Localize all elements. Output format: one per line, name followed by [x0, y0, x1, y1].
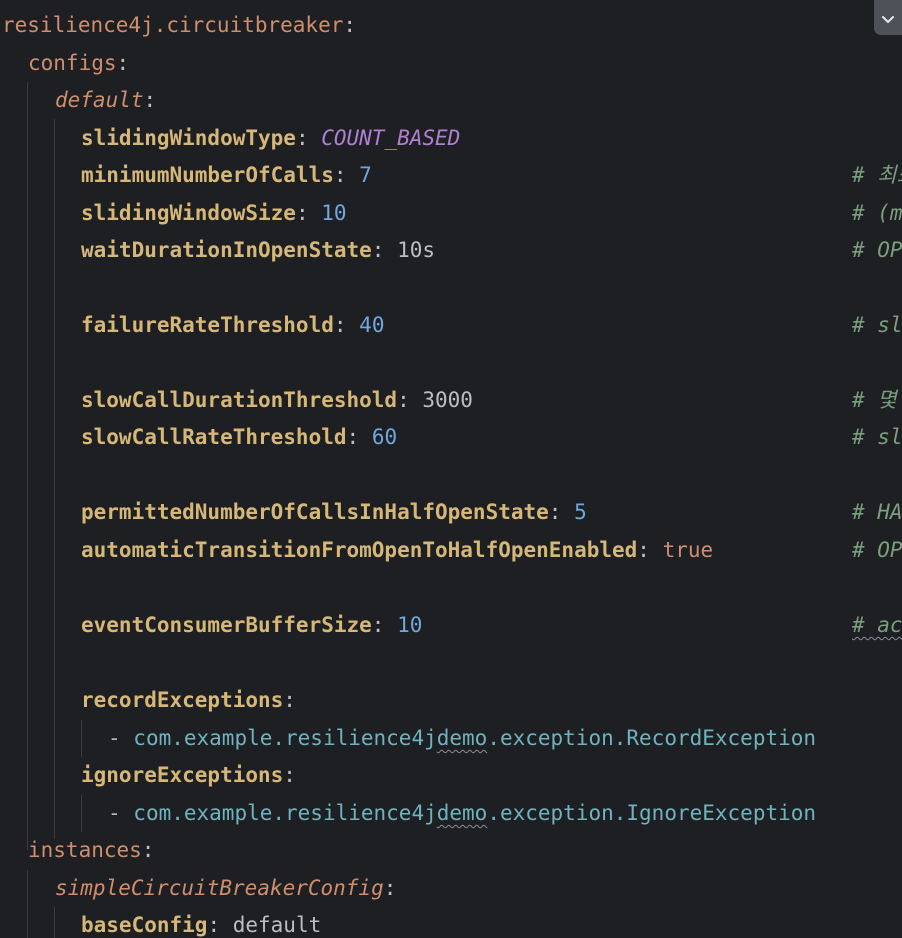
code-line: - com.example.resilience4jdemo.exception… — [108, 801, 817, 825]
indent-guide — [27, 870, 28, 938]
code-line: slidingWindowSize: 10 — [81, 201, 347, 225]
yaml-key: resilience4j.circuitbreaker — [2, 13, 344, 37]
yaml-key: minimumNumberOfCalls — [81, 163, 334, 187]
code-line: ignoreExceptions: — [81, 763, 296, 787]
yaml-key: instances — [28, 838, 142, 862]
code-line: minimumNumberOfCalls: 7 — [81, 163, 372, 187]
yaml-value: 10 — [321, 201, 347, 225]
yaml-value: 3000 — [422, 388, 473, 412]
code-line: - com.example.resilience4jdemo.exception… — [108, 726, 817, 750]
code-comment: # sl — [852, 313, 902, 337]
code-line: waitDurationInOpenState: 10s — [81, 238, 436, 262]
yaml-key: permittedNumberOfCallsInHalfOpenState — [81, 500, 549, 524]
code-line: slidingWindowType: COUNT_BASED — [81, 126, 461, 150]
yaml-key: configs — [28, 51, 117, 75]
yaml-value: COUNT_BASED — [321, 126, 461, 150]
yaml-key: ignoreExceptions — [81, 763, 284, 787]
code-line: resilience4j.circuitbreaker: — [2, 13, 357, 37]
code-line: instances: — [28, 838, 155, 862]
collapse-button[interactable] — [874, 0, 902, 35]
code-line: slowCallDurationThreshold: 3000 — [81, 388, 473, 412]
yaml-key: eventConsumerBufferSize — [81, 613, 372, 637]
code-comment: # OP — [852, 538, 902, 562]
yaml-value: 10 — [397, 613, 423, 637]
indent-guide — [81, 795, 82, 832]
yaml-value: 40 — [359, 313, 385, 337]
yaml-value: 5 — [574, 500, 587, 524]
yaml-value: .exception.IgnoreException — [487, 801, 817, 825]
code-line: eventConsumerBufferSize: 10 — [81, 613, 423, 637]
yaml-key: slidingWindowType — [81, 126, 296, 150]
yaml-value: 7 — [359, 163, 372, 187]
code-line: slowCallRateThreshold: 60 — [81, 425, 398, 449]
code-line: default: — [55, 88, 157, 112]
yaml-key: simpleCircuitBreakerConfig — [55, 876, 384, 900]
code-comment: # ac — [852, 613, 902, 637]
yaml-value: 10s — [397, 238, 436, 262]
code-comment: # sl — [852, 425, 902, 449]
code-line: configs: — [28, 51, 130, 75]
code-line: recordExceptions: — [81, 688, 296, 712]
indent-guide — [54, 119, 55, 839]
yaml-key: automaticTransitionFromOpenToHalfOpenEna… — [81, 538, 638, 562]
indent-guide — [27, 82, 28, 850]
indent-guide — [81, 720, 82, 757]
yaml-value: .exception.RecordException — [487, 726, 817, 750]
yaml-value: demo — [436, 801, 488, 825]
yaml-value: demo — [436, 726, 488, 750]
yaml-key: slowCallDurationThreshold — [81, 388, 398, 412]
code-comment: # HA — [852, 500, 902, 524]
yaml-value: com.example.resilience4j — [133, 801, 437, 825]
yaml-value: 60 — [371, 425, 398, 449]
code-comment: # (m — [852, 201, 902, 225]
chevron-down-icon — [881, 6, 895, 30]
yaml-key: recordExceptions — [81, 688, 284, 712]
code-comment: # 몇 — [852, 388, 897, 412]
yaml-key: baseConfig — [81, 913, 208, 937]
indent-guide — [54, 907, 55, 938]
yaml-value: true — [662, 538, 714, 562]
code-line: simpleCircuitBreakerConfig: — [55, 876, 397, 900]
code-line: baseConfig: default — [81, 913, 322, 937]
yaml-key: slidingWindowSize — [81, 201, 296, 225]
code-editor[interactable]: resilience4j.circuitbreaker: configs: de… — [0, 0, 902, 938]
code-line: failureRateThreshold: 40 — [81, 313, 385, 337]
yaml-key: waitDurationInOpenState — [81, 238, 372, 262]
code-line: automaticTransitionFromOpenToHalfOpenEna… — [81, 538, 714, 562]
code-line: permittedNumberOfCallsInHalfOpenState: 5 — [81, 500, 587, 524]
yaml-key: slowCallRateThreshold — [81, 425, 347, 449]
code-comment: # 최소 — [852, 163, 902, 187]
yaml-key: failureRateThreshold — [81, 313, 334, 337]
yaml-key: default — [55, 88, 144, 112]
yaml-value: default — [232, 913, 322, 937]
yaml-value: com.example.resilience4j — [133, 726, 437, 750]
code-comment: # OP — [852, 238, 902, 262]
